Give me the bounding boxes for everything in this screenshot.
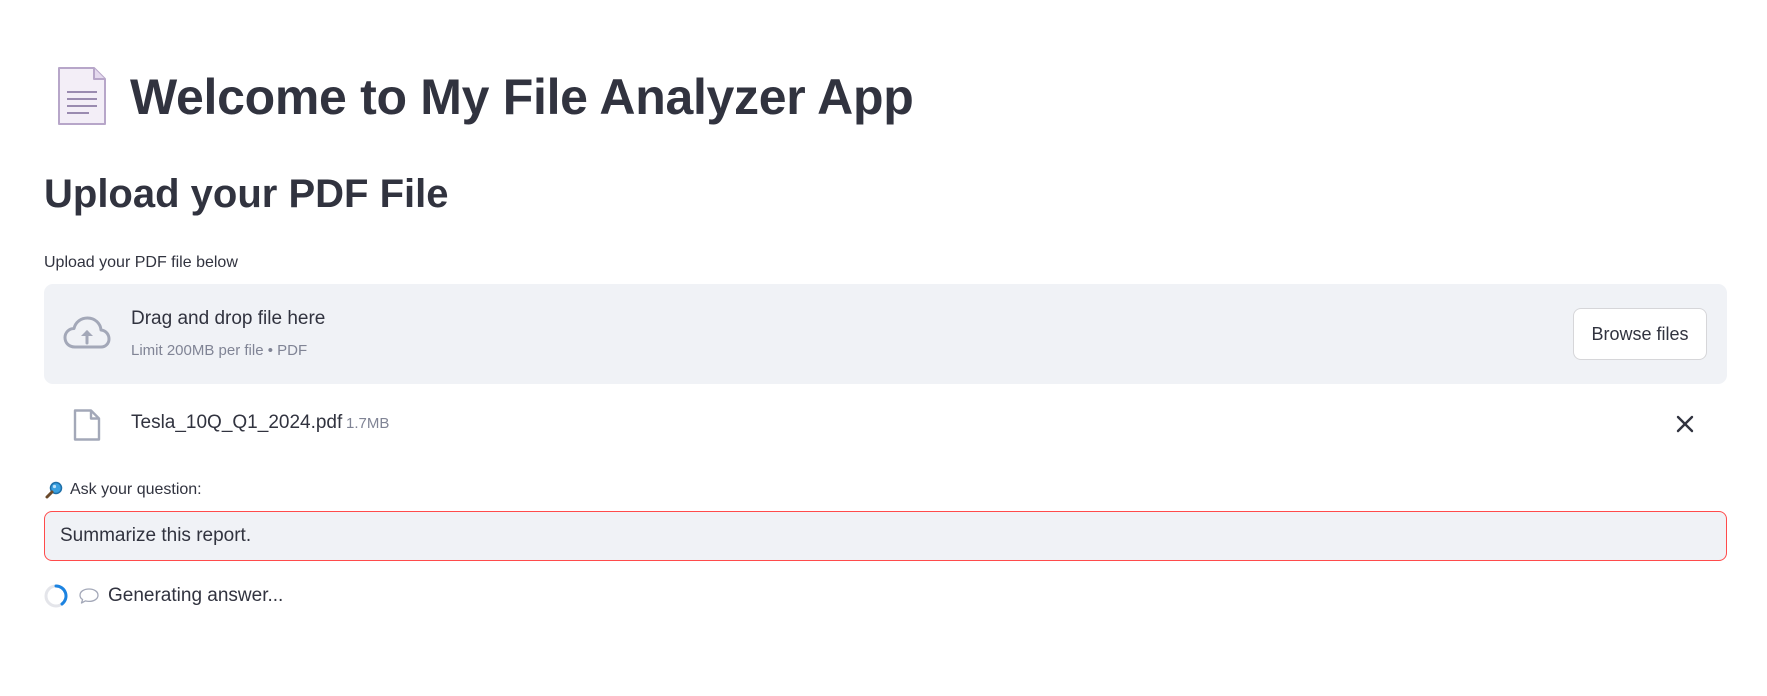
question-label-row: Ask your question: — [44, 480, 202, 500]
question-input[interactable] — [44, 511, 1727, 561]
uploaded-file-size: 1.7MB — [346, 415, 390, 432]
status-row: Generating answer... — [44, 584, 283, 608]
page-document-icon — [58, 67, 106, 125]
close-icon[interactable] — [1673, 412, 1697, 436]
speech-balloon-icon — [79, 588, 99, 604]
file-dropzone[interactable]: Drag and drop file here Limit 200MB per … — [44, 284, 1727, 384]
dropzone-title: Drag and drop file here — [131, 308, 326, 329]
app-page: Welcome to My File Analyzer App Upload y… — [0, 0, 1767, 696]
status-text: Generating answer... — [108, 585, 284, 606]
uploader-label: Upload your PDF file below — [44, 254, 238, 271]
uploaded-file-name: Tesla_10Q_Q1_2024.pdf — [131, 412, 343, 433]
title-row: Welcome to My File Analyzer App — [56, 66, 914, 128]
browse-files-button[interactable]: Browse files — [1573, 308, 1707, 360]
upload-heading: Upload your PDF File — [44, 172, 449, 216]
page-title: Welcome to My File Analyzer App — [130, 69, 914, 125]
loading-spinner-icon — [44, 584, 68, 608]
uploaded-file-row: Tesla_10Q_Q1_2024.pdf 1.7MB — [44, 400, 1727, 448]
question-label: Ask your question: — [70, 481, 202, 498]
magnifier-icon — [45, 481, 63, 499]
cloud-upload-icon — [63, 316, 111, 349]
file-icon — [73, 409, 101, 441]
dropzone-limit-text: Limit 200MB per file • PDF — [131, 342, 308, 359]
